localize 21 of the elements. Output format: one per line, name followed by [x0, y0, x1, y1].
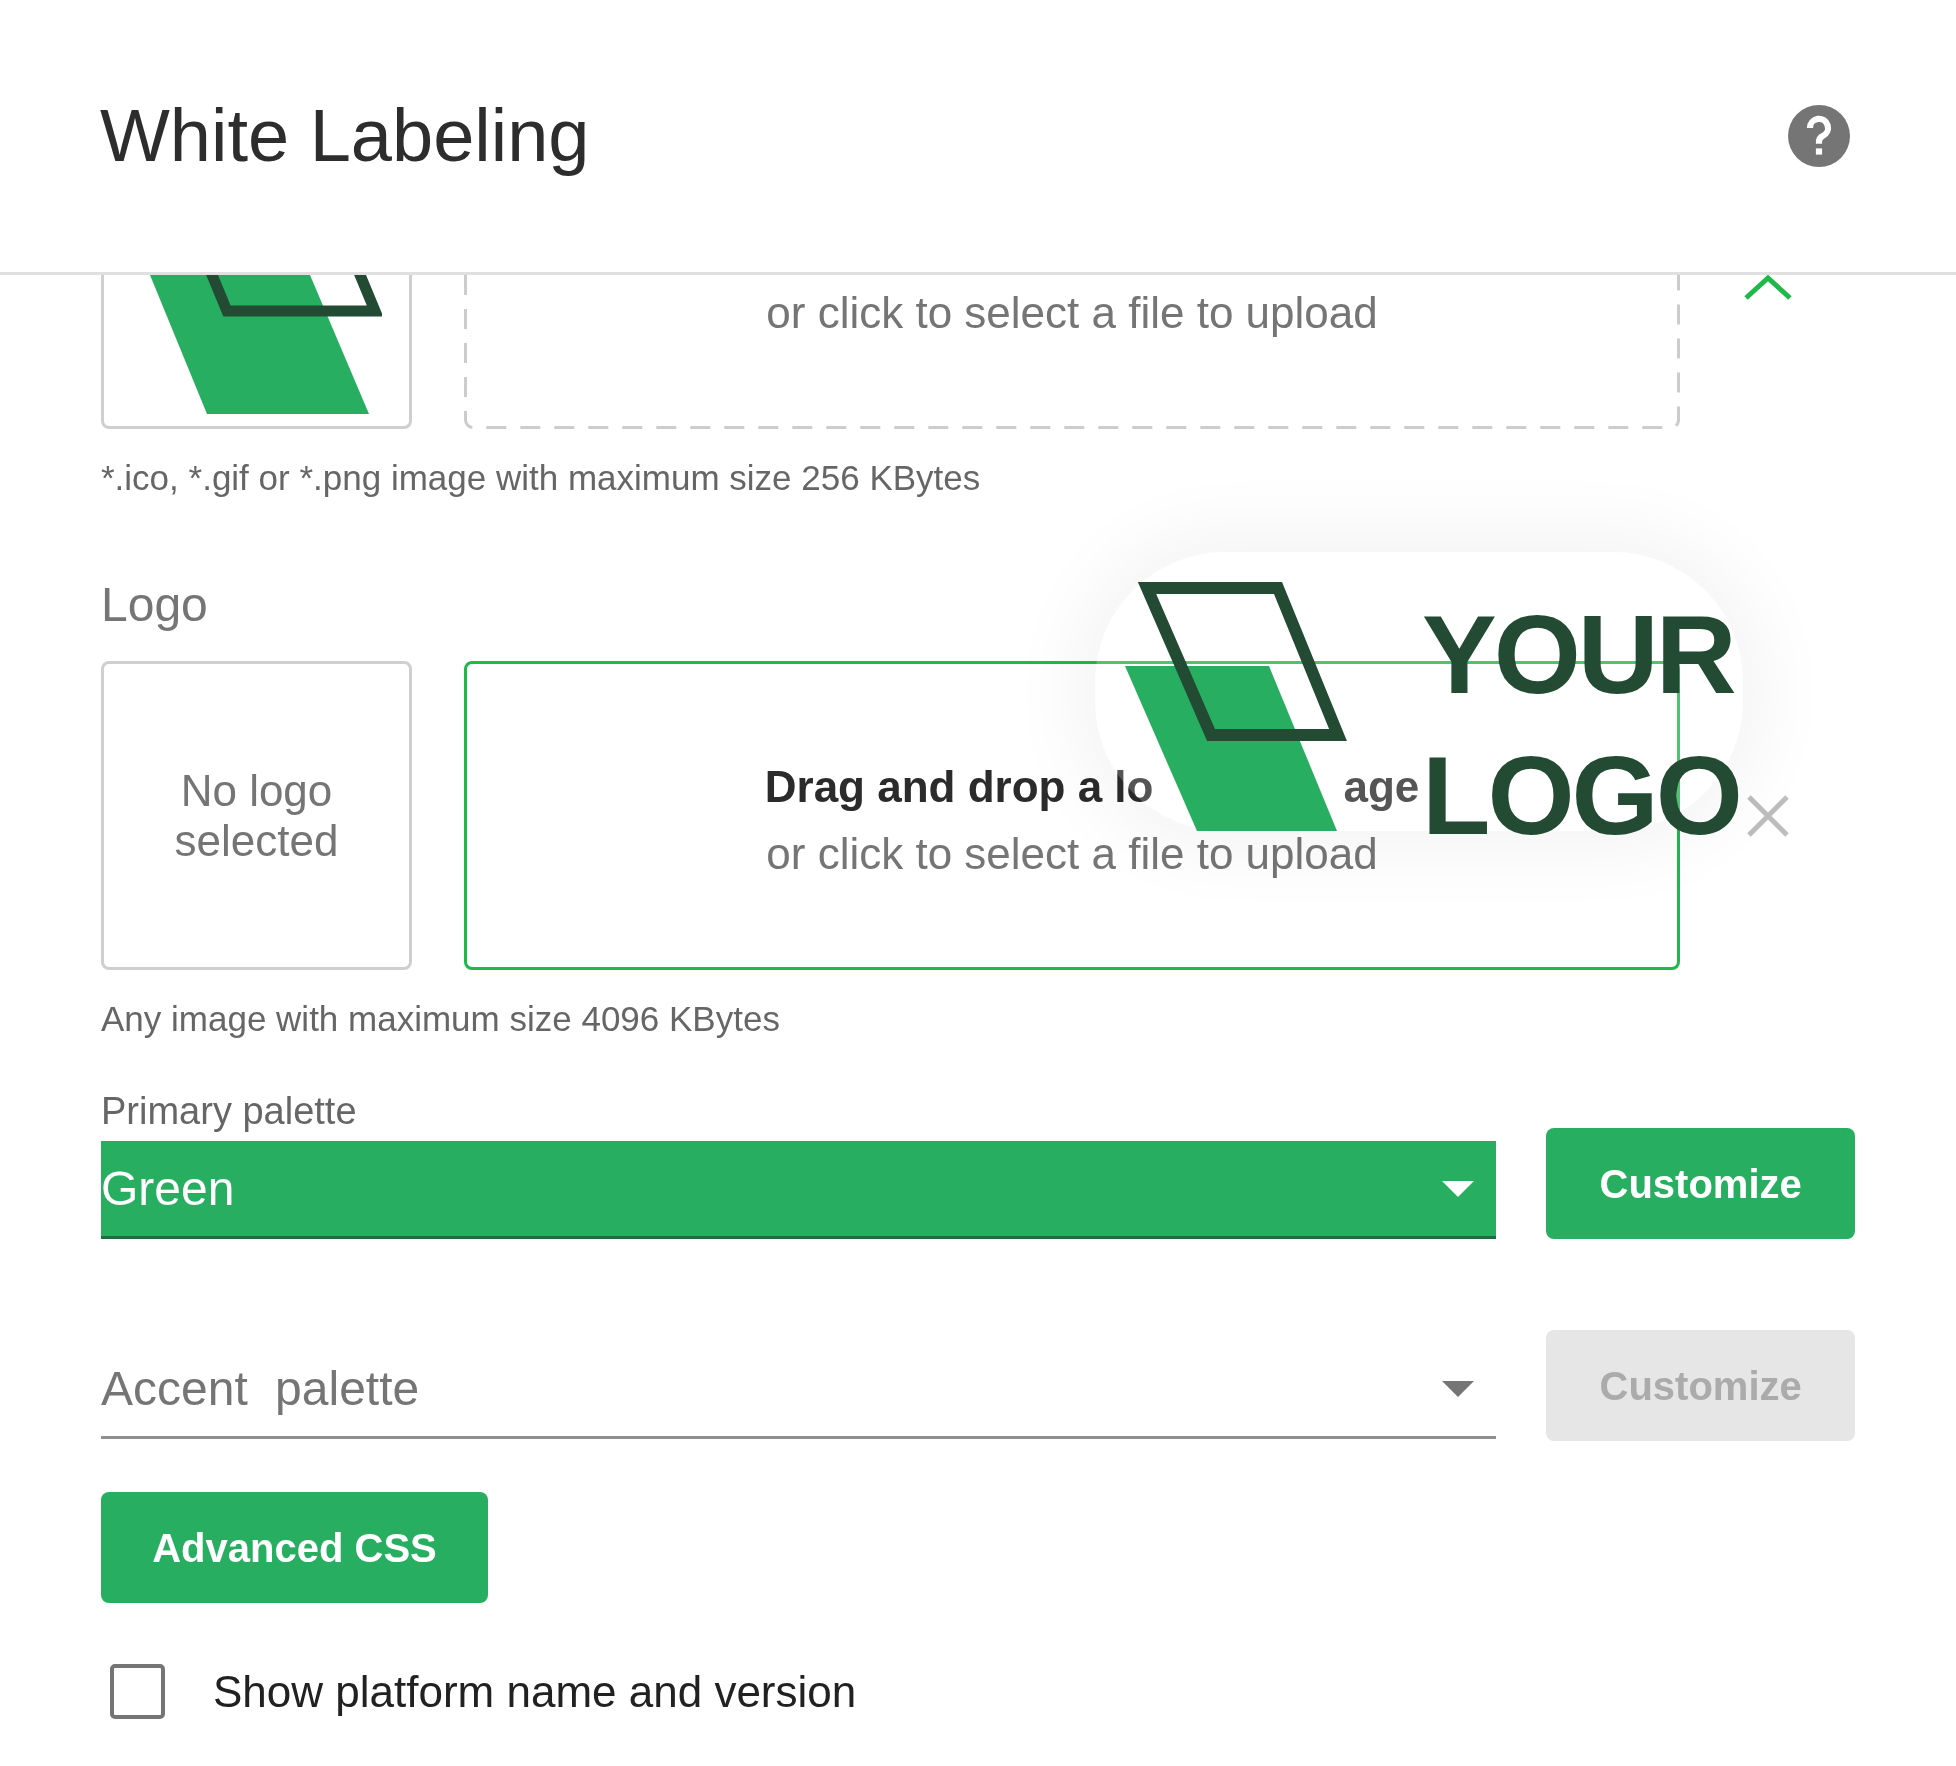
section-label: Logo — [101, 581, 208, 629]
no-logo-text: No logo selected — [173, 765, 340, 866]
file-size-note: Any image with maximum size 4096 KBytes — [101, 1001, 780, 1036]
palette-select[interactable]: Accent palette — [101, 1341, 1497, 1439]
caret-down-icon — [1442, 1180, 1475, 1197]
customize-button[interactable]: Customize — [1546, 1128, 1855, 1239]
logo-mark-icon — [150, 275, 382, 414]
drop-zone-title: Drag and drop a lo — [764, 765, 1154, 809]
upload-hint: or click to select a file to upload — [766, 832, 1378, 876]
field-label: Primary palette — [101, 1092, 357, 1130]
advanced-css-button[interactable]: Advanced CSS — [101, 1492, 488, 1603]
checkbox-label[interactable]: Show platform name and version — [213, 1669, 857, 1714]
chevron-up-icon[interactable] — [1742, 275, 1793, 301]
upload-hint: or click to select a file to upload — [766, 291, 1378, 335]
upload-drop-zone[interactable]: or click to select a file to upload — [464, 275, 1680, 429]
palette-select[interactable]: Green — [101, 1141, 1497, 1239]
drop-zone-title: age — [1343, 765, 1420, 809]
checkbox[interactable] — [110, 1664, 165, 1719]
caret-down-icon — [1442, 1380, 1475, 1397]
help-icon[interactable] — [1788, 105, 1850, 167]
file-size-note: *.ico, *.gif or *.png image with maximum size 256 KBytes — [101, 460, 981, 495]
